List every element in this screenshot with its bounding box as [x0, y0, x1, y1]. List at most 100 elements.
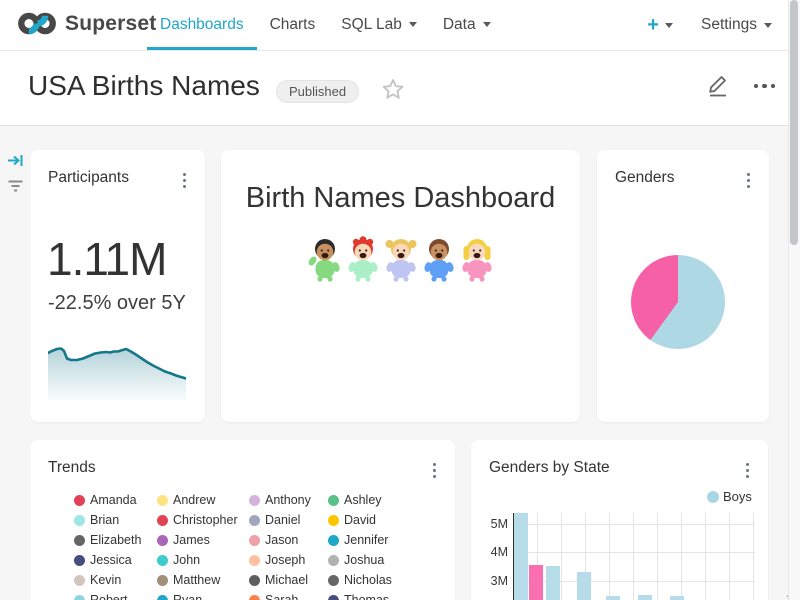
- legend-label: Elizabeth: [90, 533, 141, 547]
- kebab-menu-icon[interactable]: [745, 171, 752, 190]
- legend-label: Joseph: [265, 553, 305, 567]
- legend-item[interactable]: Boys: [707, 489, 752, 504]
- legend-item[interactable]: Sarah: [249, 590, 328, 600]
- legend-label: James: [173, 533, 210, 547]
- legend-item[interactable]: Jennifer: [328, 530, 423, 550]
- superset-dashboard-page: Superset Dashboards Charts SQL Lab Data …: [0, 0, 800, 600]
- legend-label: John: [173, 553, 200, 567]
- legend-color-dot: [328, 515, 339, 526]
- edit-pencil-icon[interactable]: [706, 72, 730, 98]
- legend-label: Ryan: [173, 593, 202, 600]
- legend-label: Robert: [90, 593, 128, 600]
- markdown-card: Birth Names Dashboard: [221, 150, 580, 422]
- bar-chart-plot: [513, 513, 755, 600]
- vertical-scrollbar: [788, 0, 800, 600]
- new-menu-button[interactable]: +: [647, 15, 673, 35]
- legend-color-dot: [249, 595, 260, 600]
- legend-label: Christopher: [173, 513, 238, 527]
- bar: [638, 595, 652, 600]
- chart-title: Trends: [48, 459, 96, 477]
- caret-down-icon: [665, 23, 673, 28]
- nav-item[interactable]: Data: [430, 0, 504, 50]
- bar: [670, 596, 684, 600]
- legend-item[interactable]: Nicholas: [328, 570, 423, 590]
- chart-title: Genders: [615, 169, 674, 187]
- legend-color-dot: [328, 575, 339, 586]
- superset-brand[interactable]: Superset: [16, 10, 156, 37]
- kebab-menu-icon[interactable]: [744, 461, 751, 480]
- chart-title: Participants: [48, 169, 129, 187]
- legend-item[interactable]: Joshua: [328, 550, 423, 570]
- legend-label: Jennifer: [344, 533, 388, 547]
- legend-item[interactable]: Michael: [249, 570, 328, 590]
- legend-label: Nicholas: [344, 573, 392, 587]
- legend-color-dot: [157, 515, 168, 526]
- plus-icon: +: [647, 15, 659, 35]
- legend-item[interactable]: Ashley: [328, 490, 423, 510]
- nav-item[interactable]: Charts: [257, 0, 329, 50]
- scrollbar-thumb[interactable]: [790, 0, 798, 245]
- legend-item[interactable]: Ryan: [157, 590, 249, 600]
- legend-item[interactable]: Matthew: [157, 570, 249, 590]
- legend-label: Sarah: [265, 593, 298, 600]
- legend-color-dot: [157, 555, 168, 566]
- settings-menu[interactable]: Settings: [701, 16, 772, 34]
- legend-item[interactable]: Elizabeth: [74, 530, 157, 550]
- legend-item[interactable]: Andrew: [157, 490, 249, 510]
- legend-label: Michael: [265, 573, 308, 587]
- child-emoji: [383, 236, 419, 282]
- legend-item[interactable]: Anthony: [249, 490, 328, 510]
- trends-card: Trends Amanda Andrew Anthony: [30, 440, 455, 600]
- more-actions-icon[interactable]: [754, 84, 775, 88]
- legend-item[interactable]: Christopher: [157, 510, 249, 530]
- legend-item[interactable]: Thomas: [328, 590, 423, 600]
- big-number-subheader: -22.5% over 5Y: [48, 292, 186, 315]
- legend-color-dot: [328, 595, 339, 600]
- pie-chart: [631, 255, 725, 349]
- legend-label: Matthew: [173, 573, 220, 587]
- legend-item[interactable]: Joseph: [249, 550, 328, 570]
- legend-color-dot: [249, 575, 260, 586]
- navbar-right: + Settings: [647, 0, 772, 50]
- legend-label: Boys: [723, 489, 752, 504]
- kebab-menu-icon[interactable]: [181, 171, 188, 190]
- legend-color-dot: [249, 495, 260, 506]
- nav-item[interactable]: SQL Lab: [328, 0, 430, 50]
- bar: [577, 572, 591, 600]
- legend-label: David: [344, 513, 376, 527]
- legend-item[interactable]: Robert: [74, 590, 157, 600]
- superset-logo-icon: [16, 10, 58, 37]
- kebab-menu-icon[interactable]: [431, 461, 438, 480]
- star-icon[interactable]: [381, 77, 405, 101]
- legend-color-dot: [74, 535, 85, 546]
- brand-name: Superset: [65, 12, 156, 36]
- legend-item[interactable]: Jason: [249, 530, 328, 550]
- legend-item[interactable]: Daniel: [249, 510, 328, 530]
- legend-color-dot: [157, 495, 168, 506]
- legend-item[interactable]: Jessica: [74, 550, 157, 570]
- legend-item[interactable]: Brian: [74, 510, 157, 530]
- child-emoji: [459, 236, 495, 282]
- legend-item[interactable]: Kevin: [74, 570, 157, 590]
- legend-color-dot: [74, 595, 85, 600]
- filter-list-icon[interactable]: [7, 179, 24, 194]
- genders-card: Genders: [597, 150, 769, 422]
- legend-item[interactable]: James: [157, 530, 249, 550]
- legend-color-dot: [249, 555, 260, 566]
- legend-color-dot: [249, 535, 260, 546]
- published-badge[interactable]: Published: [276, 80, 359, 103]
- legend-color-dot: [74, 555, 85, 566]
- legend-label: Jason: [265, 533, 298, 547]
- legend-item[interactable]: John: [157, 550, 249, 570]
- child-emoji: [307, 236, 343, 282]
- legend-item[interactable]: David: [328, 510, 423, 530]
- legend-item[interactable]: Amanda: [74, 490, 157, 510]
- legend-color-dot: [157, 595, 168, 600]
- series-legend: Amanda Andrew Anthony Ashley: [74, 490, 423, 600]
- nav-item[interactable]: Dashboards: [147, 0, 257, 50]
- chart-title: Genders by State: [489, 459, 610, 477]
- legend-label: Ashley: [344, 493, 382, 507]
- expand-filter-bar-icon[interactable]: [7, 152, 24, 169]
- legend-color-dot: [328, 495, 339, 506]
- legend-label: Daniel: [265, 513, 300, 527]
